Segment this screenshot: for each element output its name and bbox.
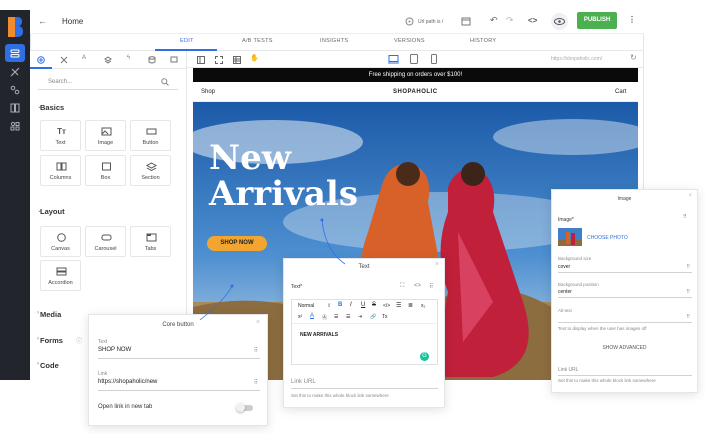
panel-connector-lines <box>199 218 346 321</box>
